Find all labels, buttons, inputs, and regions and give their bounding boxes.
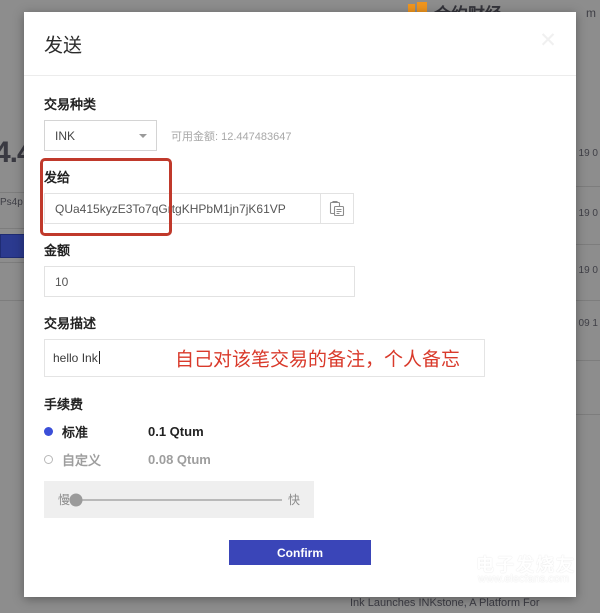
description-textarea[interactable]: hello Ink 自己对该笔交易的备注，个人备忘	[44, 339, 485, 377]
description-group: 交易描述 hello Ink 自己对该笔交易的备注，个人备忘	[44, 313, 556, 377]
transaction-type-label: 交易种类	[44, 97, 97, 112]
fee-label: 手续费	[44, 397, 84, 412]
fee-option-name: 自定义	[62, 453, 102, 468]
radio-unselected-icon[interactable]	[44, 455, 53, 464]
transaction-type-select[interactable]: INK	[44, 120, 157, 151]
dialog-body: 交易种类 INK 可用金额: 12.447483647 发给 QUa415kyz…	[24, 76, 576, 565]
background-right-fragment: 19 0	[578, 265, 598, 276]
slider-handle[interactable]	[69, 493, 83, 506]
fee-group: 手续费 标准 0.1 Qtum 自定义 0.08 Qtum 慢 快	[44, 394, 556, 518]
radio-selected-icon[interactable]	[44, 427, 53, 436]
background-left-text-fragment: Ps4p	[0, 197, 23, 208]
send-dialog: 发送 ✕ 交易种类 INK 可用金额: 12.447483647 发给 QUa4…	[24, 12, 576, 597]
close-icon[interactable]: ✕	[535, 28, 561, 54]
description-value-wrapper: hello Ink	[53, 351, 100, 365]
page-title: 发送	[44, 35, 83, 57]
recipient-address-input[interactable]: QUa415kyzE3To7qGrtgKHPbM1jn7jK61VP	[44, 193, 321, 224]
available-balance: 可用金额: 12.447483647	[171, 130, 292, 143]
slider-track[interactable]	[69, 493, 282, 506]
fee-option-amount: 0.08 Qtum	[148, 452, 211, 467]
text-caret	[98, 351, 100, 364]
background-left-button	[0, 234, 26, 258]
amount-input[interactable]: 10	[44, 266, 355, 297]
description-label: 交易描述	[44, 316, 97, 331]
chevron-down-icon	[139, 133, 147, 138]
slider-max-label: 快	[287, 493, 300, 507]
fee-option-name: 标准	[62, 425, 89, 440]
confirm-button[interactable]: Confirm	[229, 540, 371, 565]
background-right-fragment: 19 0	[578, 208, 598, 219]
fee-option-custom[interactable]: 自定义 0.08 Qtum	[44, 450, 556, 469]
fee-slider[interactable]: 慢 快	[44, 481, 314, 518]
amount-group: 金额 10	[44, 240, 556, 297]
background-right-fragment: 09 1	[578, 318, 598, 329]
recipient-group: 发给 QUa415kyzE3To7qGrtgKHPbM1jn7jK61VP	[44, 167, 556, 224]
background-top-right-fragment: m	[586, 6, 596, 20]
transaction-type-group: 交易种类 INK 可用金额: 12.447483647	[44, 94, 556, 151]
description-value: hello Ink	[53, 351, 98, 365]
background-right-fragment: 19 0	[578, 148, 598, 159]
clipboard-paste-icon[interactable]	[321, 193, 354, 224]
dialog-footer: Confirm	[44, 540, 556, 565]
fee-option-standard[interactable]: 标准 0.1 Qtum	[44, 422, 556, 441]
dialog-header: 发送 ✕	[24, 12, 576, 76]
fee-option-amount: 0.1 Qtum	[148, 424, 204, 439]
amount-label: 金额	[44, 243, 71, 258]
description-annotation: 自己对该笔交易的备注，个人备忘	[175, 349, 461, 371]
recipient-label: 发给	[44, 170, 71, 185]
transaction-type-value: INK	[55, 128, 76, 143]
slider-min-label: 慢	[58, 493, 71, 507]
background-headline: Ink Launches INKstone, A Platform For	[350, 597, 540, 609]
